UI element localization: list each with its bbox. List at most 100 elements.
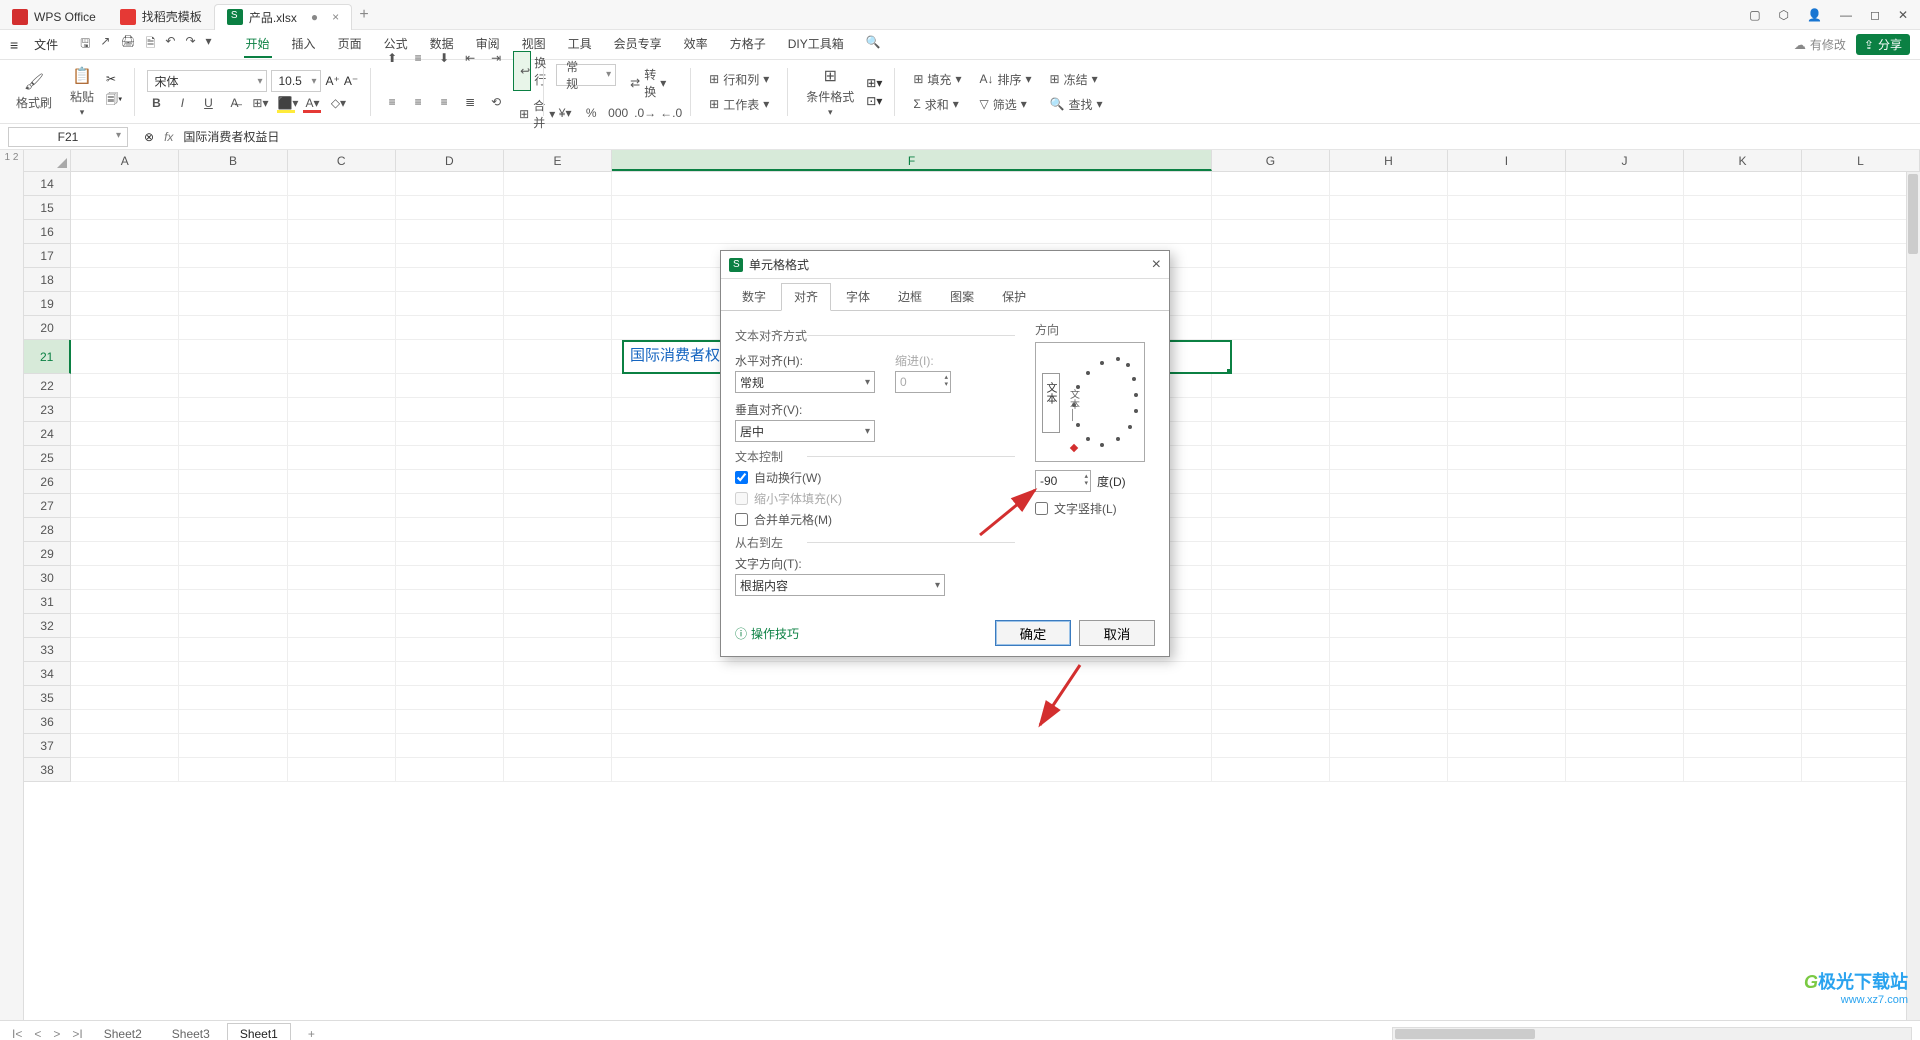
dlg-tab-protect[interactable]: 保护	[989, 283, 1039, 310]
sheet-tab-sheet3[interactable]: Sheet3	[159, 1023, 223, 1040]
col-header-E[interactable]: E	[504, 150, 612, 171]
cell[interactable]	[504, 244, 612, 268]
cell[interactable]	[1566, 662, 1684, 686]
sort-button[interactable]: A↓ 排序▾	[973, 69, 1037, 90]
merge-button[interactable]: ⊞ 合并▾	[513, 95, 531, 133]
tab-member[interactable]: 会员专享	[612, 31, 664, 58]
row-header-35[interactable]: 35	[24, 686, 71, 710]
cell[interactable]	[1566, 220, 1684, 244]
decrease-indent-icon[interactable]: ⇤	[461, 51, 479, 91]
cell[interactable]	[1212, 542, 1330, 566]
cell[interactable]	[1802, 710, 1920, 734]
row-header-25[interactable]: 25	[24, 446, 71, 470]
row-header-23[interactable]: 23	[24, 398, 71, 422]
cell[interactable]	[396, 340, 504, 374]
cell[interactable]	[1802, 172, 1920, 196]
align-left-icon[interactable]: ≡	[383, 95, 401, 133]
col-header-L[interactable]: L	[1802, 150, 1920, 171]
cell[interactable]	[612, 758, 1212, 782]
percent-icon[interactable]: %	[582, 106, 600, 120]
cell[interactable]	[612, 710, 1212, 734]
cell[interactable]	[179, 340, 287, 374]
cell[interactable]	[396, 710, 504, 734]
border-icon[interactable]: ⊞▾	[251, 96, 269, 113]
cell[interactable]	[396, 316, 504, 340]
cell[interactable]	[1330, 734, 1448, 758]
cell[interactable]	[1802, 340, 1920, 374]
col-header-J[interactable]: J	[1566, 150, 1684, 171]
cell[interactable]	[179, 196, 287, 220]
file-menu[interactable]: 文件	[34, 36, 58, 53]
cell[interactable]	[179, 172, 287, 196]
cell[interactable]	[396, 172, 504, 196]
sheet-nav-next[interactable]: >	[49, 1027, 64, 1040]
cell[interactable]	[71, 268, 179, 292]
strikethrough-icon[interactable]: A̶	[225, 96, 243, 113]
cell[interactable]	[1802, 470, 1920, 494]
cell[interactable]	[1330, 374, 1448, 398]
tab-diy[interactable]: DIY工具箱	[786, 31, 846, 58]
fx-icon[interactable]: fx	[164, 130, 173, 144]
align-justify-icon[interactable]: ≣	[461, 95, 479, 133]
cell[interactable]	[612, 220, 1212, 244]
cell[interactable]	[1448, 686, 1566, 710]
cell[interactable]	[504, 172, 612, 196]
currency-icon[interactable]: ¥▾	[556, 106, 574, 120]
filter-button[interactable]: ▽ 筛选▾	[973, 94, 1037, 115]
cell[interactable]	[288, 316, 396, 340]
cell[interactable]	[1448, 662, 1566, 686]
cell[interactable]	[1684, 710, 1802, 734]
cell[interactable]	[1684, 268, 1802, 292]
cancel-button[interactable]: 取消	[1079, 620, 1155, 646]
cell[interactable]	[1802, 316, 1920, 340]
print-icon[interactable]: 🖨	[120, 34, 135, 55]
cell[interactable]	[71, 172, 179, 196]
formula-input[interactable]: 国际消费者权益日	[183, 128, 279, 145]
cell[interactable]	[1802, 614, 1920, 638]
cell[interactable]	[504, 220, 612, 244]
col-header-D[interactable]: D	[396, 150, 504, 171]
cell[interactable]	[1330, 446, 1448, 470]
col-header-C[interactable]: C	[288, 150, 396, 171]
cell[interactable]	[288, 710, 396, 734]
cell[interactable]	[1448, 542, 1566, 566]
row-header-21[interactable]: 21	[24, 340, 71, 374]
cell[interactable]	[1566, 470, 1684, 494]
cell[interactable]	[1684, 398, 1802, 422]
cell[interactable]	[1684, 374, 1802, 398]
cell[interactable]	[1684, 196, 1802, 220]
cell[interactable]	[1330, 470, 1448, 494]
cell[interactable]	[1802, 566, 1920, 590]
cell[interactable]	[1212, 734, 1330, 758]
cell[interactable]	[71, 518, 179, 542]
cell[interactable]	[179, 220, 287, 244]
cond-format-button[interactable]: ⊞条件格式▾	[800, 64, 860, 120]
cell[interactable]	[1684, 422, 1802, 446]
row-header-27[interactable]: 27	[24, 494, 71, 518]
sheet-tab-sheet2[interactable]: Sheet2	[91, 1023, 155, 1040]
cell[interactable]	[71, 710, 179, 734]
cell[interactable]	[1448, 470, 1566, 494]
cell[interactable]	[1448, 566, 1566, 590]
cell[interactable]	[1566, 268, 1684, 292]
clear-format-icon[interactable]: ◇▾	[329, 96, 347, 113]
cell[interactable]	[1684, 734, 1802, 758]
col-header-A[interactable]: A	[71, 150, 179, 171]
cell[interactable]	[1802, 268, 1920, 292]
cell[interactable]	[1448, 172, 1566, 196]
dialog-titlebar[interactable]: 单元格格式 ×	[721, 251, 1169, 279]
dialog-close-icon[interactable]: ×	[1152, 256, 1161, 274]
tab-insert[interactable]: 插入	[290, 31, 318, 58]
cell[interactable]	[396, 686, 504, 710]
cell[interactable]	[1212, 244, 1330, 268]
cell[interactable]	[1330, 422, 1448, 446]
cell[interactable]	[1212, 470, 1330, 494]
cell[interactable]	[1330, 758, 1448, 782]
tab-home[interactable]: 开始	[244, 31, 272, 58]
cell[interactable]	[1684, 172, 1802, 196]
cell[interactable]	[71, 686, 179, 710]
cell[interactable]	[1566, 340, 1684, 374]
cell[interactable]	[179, 470, 287, 494]
qat-dropdown-icon[interactable]: ▾	[206, 34, 212, 55]
cell[interactable]	[1448, 494, 1566, 518]
